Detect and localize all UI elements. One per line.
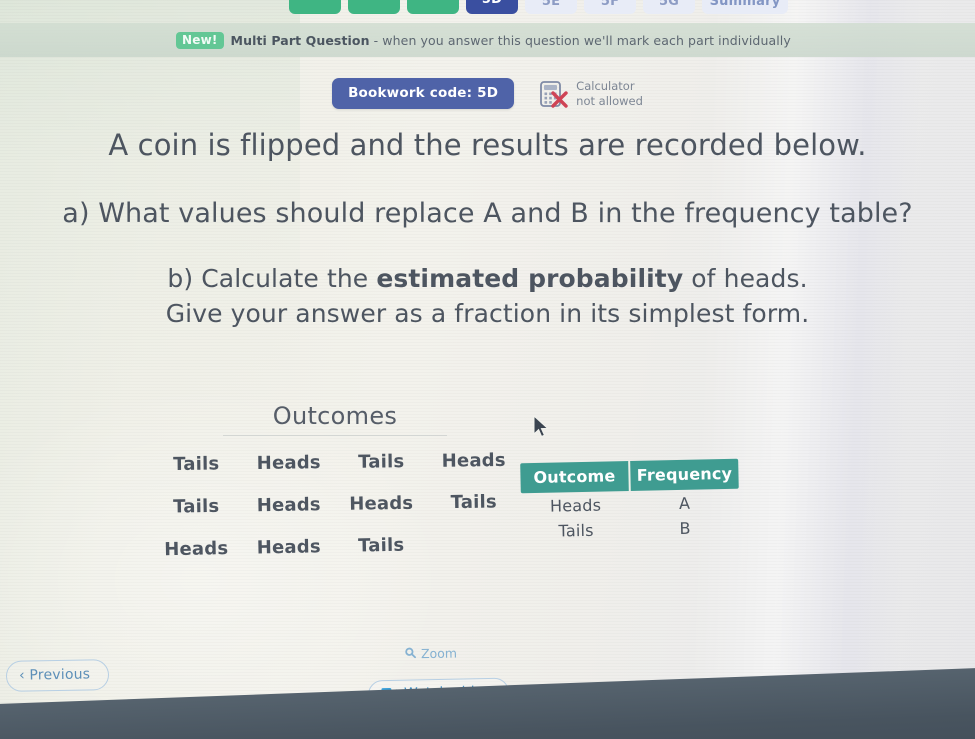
outcome-cell: Tails	[173, 495, 220, 518]
calculator-status: Calculator not allowed	[538, 79, 643, 109]
previous-button-label: Previous	[29, 666, 91, 684]
tab-question-5e[interactable]: 5E	[525, 0, 577, 14]
outcomes-title: Outcomes	[272, 402, 398, 430]
question-tabs: 5D 5E 5F 5G Summary	[0, 0, 975, 14]
tab-label: 5E	[541, 0, 561, 9]
app-screen: 5D 5E 5F 5G Summary New! Multi Part Ques…	[0, 0, 975, 739]
cell-outcome: Heads	[549, 495, 602, 516]
cell-frequency: B	[679, 518, 691, 538]
tab-label: 5G	[658, 0, 680, 9]
frequency-table: Outcome Frequency Heads A Tails B	[520, 458, 740, 544]
calculator-not-allowed-icon	[538, 79, 568, 109]
tab-question-3[interactable]	[407, 0, 459, 14]
banner-title: Multi Part Question	[230, 32, 370, 48]
bookwork-row: Bookwork code: 5D Calculator not allowed	[0, 78, 975, 109]
tab-question-1[interactable]	[289, 0, 341, 14]
magnifier-icon	[405, 646, 416, 661]
outcome-cell: Heads	[349, 492, 414, 515]
tab-label: 5D	[482, 0, 502, 7]
outcome-cell: Tails	[450, 491, 497, 514]
part-b-line-2: Give your answer as a fraction in its si…	[165, 298, 810, 328]
bookwork-code-badge: Bookwork code: 5D	[332, 78, 515, 109]
outcome-cell: Tails	[357, 534, 405, 557]
tab-label: Summary	[709, 0, 781, 9]
part-b-prefix: b) Calculate the	[167, 264, 377, 293]
outcome-cell: Heads	[164, 538, 229, 561]
outcomes-row: Heads Heads Tails	[150, 532, 520, 561]
tab-question-5d[interactable]: 5D	[466, 0, 518, 14]
banner-description: - when you answer this question we'll ma…	[373, 32, 791, 48]
outcome-cell: Heads	[256, 494, 321, 517]
column-header-frequency: Frequency	[636, 463, 733, 485]
tab-question-2[interactable]	[348, 0, 400, 14]
outcome-cell: Heads	[256, 452, 321, 474]
calculator-status-text: Calculator not allowed	[576, 79, 643, 108]
question-intro: A coin is flipped and the results are re…	[108, 128, 867, 162]
outcomes-block: Outcomes Tails Heads Tails Heads Tails H…	[150, 402, 520, 561]
tab-summary[interactable]: Summary	[702, 0, 788, 14]
outcome-cell: Tails	[173, 453, 220, 475]
page-background	[0, 0, 975, 739]
part-b-suffix: of heads.	[683, 264, 808, 293]
outcome-cell: Heads	[441, 449, 506, 472]
outcomes-divider	[223, 435, 447, 436]
calculator-line-2: not allowed	[576, 93, 643, 108]
outcome-cell: Tails	[358, 451, 405, 473]
outcomes-row: Tails Heads Tails Heads	[150, 450, 520, 476]
column-header-outcome: Outcome	[520, 460, 631, 494]
frequency-table-header: Outcome Frequency	[520, 458, 739, 494]
zoom-label: Zoom	[420, 645, 458, 662]
cell-outcome: Tails	[558, 520, 594, 541]
question-part-a: a) What values should replace A and B in…	[62, 198, 913, 229]
tab-label: 5F	[600, 0, 620, 9]
calculator-line-1: Calculator	[576, 79, 635, 94]
multi-part-banner: New! Multi Part Question - when you answ…	[0, 23, 975, 57]
outcomes-row: Tails Heads Heads Tails	[150, 491, 520, 518]
new-badge: New!	[176, 31, 224, 49]
chevron-left-icon: ‹	[18, 667, 25, 684]
tab-question-5g[interactable]: 5G	[643, 0, 695, 14]
tab-question-5f[interactable]: 5F	[584, 0, 636, 14]
question-part-b: b) Calculate the estimated probability o…	[0, 262, 975, 331]
cell-frequency: A	[678, 493, 691, 513]
previous-button[interactable]: ‹ Previous	[5, 659, 110, 692]
outcome-cell: Heads	[256, 536, 321, 559]
table-row: Tails B	[521, 514, 739, 544]
part-b-emphasis: estimated probability	[376, 264, 684, 293]
zoom-control[interactable]: Zoom	[405, 646, 457, 662]
